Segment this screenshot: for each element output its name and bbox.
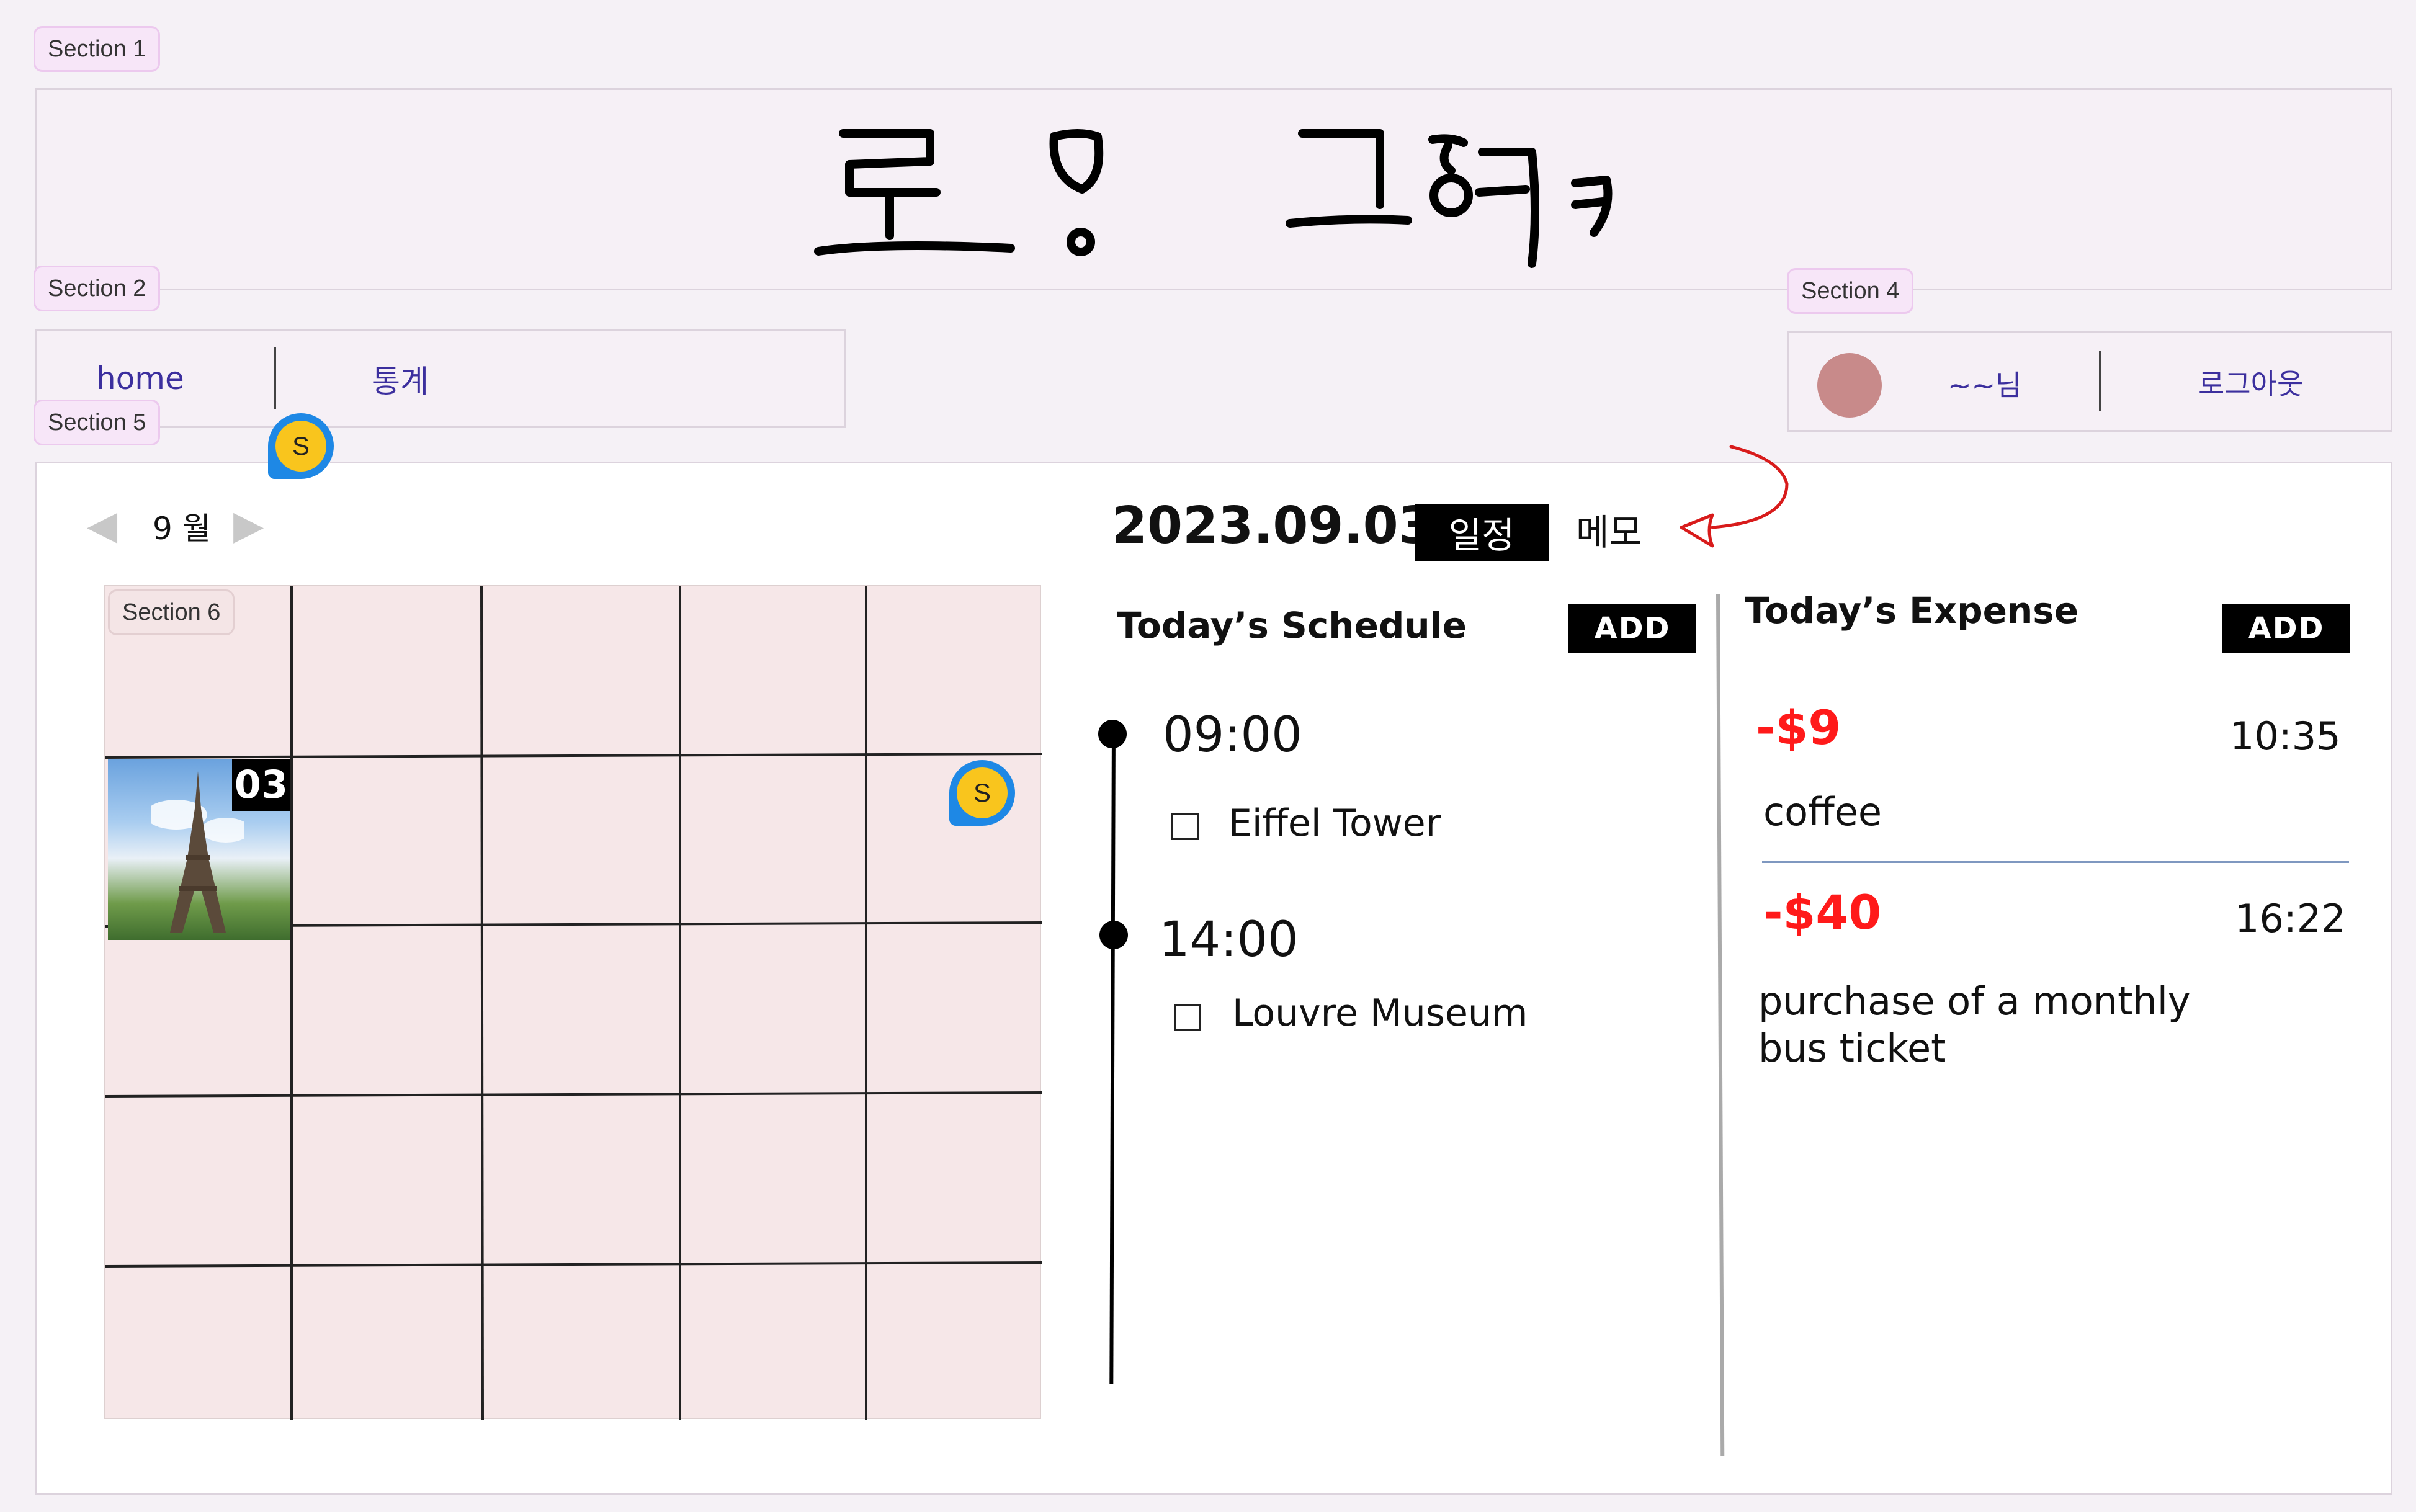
calendar-grid-lines [105,586,1042,1420]
timeline-dot-1 [1098,720,1127,748]
expense-amount-2: -$40 [1763,885,1882,940]
handwritten-logo[interactable] [806,115,1706,276]
selected-date: 2023.09.03 [1112,496,1434,555]
user-avatar[interactable] [1817,353,1882,418]
prev-month-button[interactable]: ◀ [87,503,117,548]
expense-amount-1: -$9 [1756,700,1841,755]
schedule-task-1: Eiffel Tower [1228,802,1441,845]
schedule-time-1: 09:00 [1163,707,1302,763]
nav-divider [274,347,276,409]
timeline-dot-2 [1099,921,1128,949]
user-name-link[interactable]: ~~님 [1948,363,2021,404]
expense-separator [1762,861,2349,863]
calendar-day-photo[interactable]: 03 [108,759,290,940]
tab-schedule[interactable]: 일정 [1415,504,1549,561]
logout-link[interactable]: 로그아웃 [2198,362,2303,403]
user-divider [2099,351,2101,411]
comment-pin-label: S [275,421,326,472]
schedule-time-2: 14:00 [1159,912,1299,968]
expense-add-button[interactable]: ADD [2222,604,2350,653]
section-5-tag: Section 5 [34,400,161,445]
nav-home-link[interactable]: home [96,360,184,396]
expense-time-2: 16:22 [2235,896,2346,941]
comment-pin[interactable]: S [268,413,334,479]
next-month-button[interactable]: ▶ [233,503,264,548]
schedule-add-button[interactable]: ADD [1568,604,1696,653]
schedule-title: Today’s Schedule [1117,604,1467,646]
header-bar [35,88,2392,290]
comment-pin-calendar-label: S [957,767,1008,818]
annotation-arrow-icon [1680,445,1789,548]
tab-memo[interactable]: 메모 [1576,504,1642,561]
expense-desc-1: coffee [1763,789,1882,834]
calendar-grid: 03 S [104,585,1042,1420]
user-bar: ~~님 로그아웃 [1787,331,2392,432]
section-1-tag: Section 1 [34,26,161,72]
section-6-tag: Section 6 [108,589,235,635]
schedule-checkbox-1[interactable] [1171,813,1199,840]
month-label: 9 월 [153,511,211,547]
schedule-checkbox-2[interactable] [1174,1004,1201,1031]
expense-title: Today’s Expense [1745,589,2079,632]
eiffel-tower-icon [151,771,244,933]
calendar-day-number: 03 [231,759,290,811]
expense-desc-2: purchase of a monthly bus ticket [1758,978,2191,1071]
comment-pin-calendar[interactable]: S [949,760,1015,826]
schedule-task-2: Louvre Museum [1232,991,1528,1035]
nav-stats-link[interactable]: 통계 [372,357,429,401]
section-2-tag: Section 2 [34,266,161,311]
expense-time-1: 10:35 [2230,714,2341,759]
section-4-tag: Section 4 [1787,268,1914,314]
